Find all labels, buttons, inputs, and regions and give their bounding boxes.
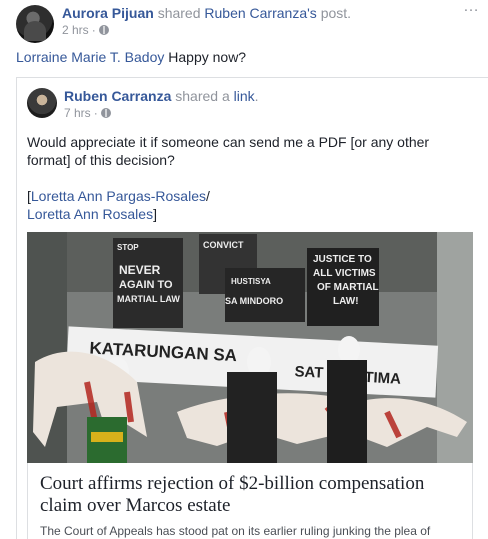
shared-header-text: Ruben Carranza shared a link. 7 hrs · [64,88,259,121]
post-meta: 2 hrs · [62,22,351,38]
avatar[interactable] [16,5,54,43]
mention-link[interactable]: Lorraine Marie T. Badoy [16,49,164,65]
photo-sign-text: LAW! [333,296,359,307]
link-preview-description: The Court of Appeals has stood pat on it… [40,524,431,538]
photo-sign-text: CONVICT [203,240,244,250]
photo-sign-text: HUSTISYA [231,277,271,286]
shared-link-link[interactable]: link [234,88,255,104]
link-preview-title[interactable]: Court affirms rejection of $2-billion co… [40,473,460,517]
action-suffix: post. [320,5,352,21]
post-message-text: Happy now? [164,49,247,65]
protest-photo: NEVER AGAIN TO MARTIAL LAW JUSTICE TO AL… [27,232,473,463]
photo-sign-text: JUSTICE TO [313,254,372,265]
photo-sign-text: SA MINDORO [225,296,283,306]
shared-from-link[interactable]: Ruben Carranza's [204,5,316,21]
banner-text: TIMA [364,369,402,388]
photo-sign-text: NEVER [119,263,161,277]
post-header-text: Aurora Pijuan shared Ruben Carranza's po… [62,5,351,38]
shared-author-link[interactable]: Ruben Carranza [64,88,171,104]
shared-author-avatar[interactable] [27,88,57,118]
author-name-link[interactable]: Aurora Pijuan [62,5,154,21]
shared-body-text: Would appreciate it if someone can send … [27,134,430,168]
globe-icon[interactable] [98,25,109,35]
mentions-block: [Loretta Ann Pargas-Rosales/ Loretta Ann… [27,188,210,222]
photo-sign-text: MARTIAL LAW [117,294,180,304]
shared-action-prefix: shared a [175,88,230,104]
shared-meta: 7 hrs · [64,105,259,121]
shared-post-header: Ruben Carranza shared a link. 7 hrs · [27,88,259,121]
link-preview-image[interactable]: NEVER AGAIN TO MARTIAL LAW JUSTICE TO AL… [27,232,473,463]
post-timestamp[interactable]: 2 hrs [62,22,89,38]
globe-icon[interactable] [100,108,111,118]
mention-link-pargas-rosales[interactable]: Loretta Ann Pargas-Rosales [31,188,206,204]
shared-post-card: Ruben Carranza shared a link. 7 hrs · Wo… [16,77,488,539]
shared-action-suffix: . [254,88,259,104]
photo-sign-text: STOP [117,243,139,252]
post-header: Aurora Pijuan shared Ruben Carranza's po… [16,5,351,43]
post-message: Lorraine Marie T. Badoy Happy now? [16,48,246,66]
shared-timestamp[interactable]: 7 hrs [64,105,91,121]
photo-sign-text: ALL VICTIMS [313,268,376,279]
post-attribution: Aurora Pijuan shared Ruben Carranza's po… [62,5,351,22]
mention-link-rosales[interactable]: Loretta Ann Rosales [27,206,153,222]
action-prefix: shared [157,5,201,21]
photo-sign-text: AGAIN TO [119,279,173,291]
shared-attribution: Ruben Carranza shared a link. [64,88,259,104]
link-preview-caption[interactable]: Court affirms rejection of $2-billion co… [27,463,473,539]
more-options-icon[interactable]: … [463,0,480,15]
shared-post-body: Would appreciate it if someone can send … [27,133,467,241]
photo-sign-text: OF MARTIAL [317,282,379,293]
